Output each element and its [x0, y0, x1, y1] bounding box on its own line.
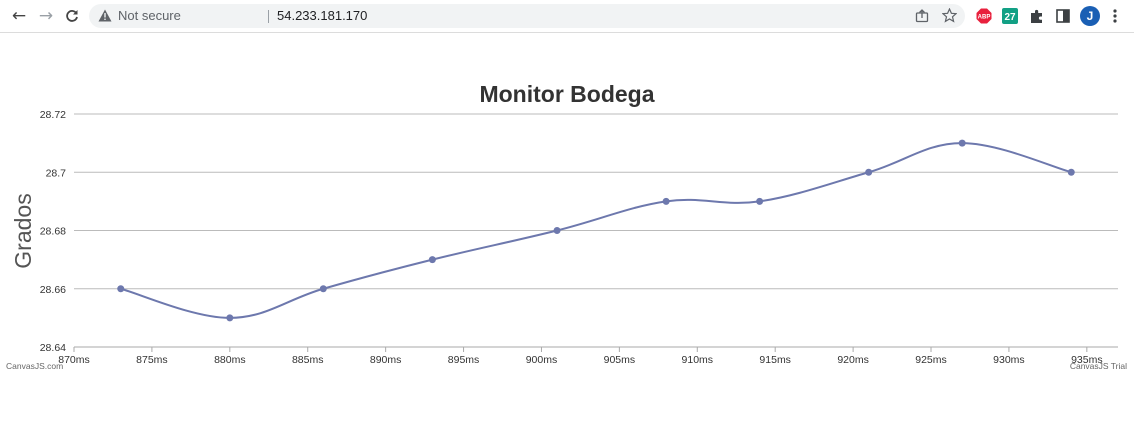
browser-toolbar: ← → Not secure 54.233.181.170 ABP 27 J: [0, 0, 1134, 33]
data-point[interactable]: [958, 139, 966, 147]
chart-page: Monitor Bodega Grados 28.64 28.66 28.68 28.…: [0, 33, 1134, 422]
y-axis-ticks: 28.64 28.66 28.68 28.7 28.72: [40, 109, 66, 354]
x-tick-label: 905ms: [604, 354, 636, 366]
back-arrow-icon[interactable]: ←: [8, 5, 30, 27]
url-text[interactable]: 54.233.181.170: [277, 8, 367, 24]
x-tick-label: 890ms: [370, 354, 402, 366]
x-tick-label: 915ms: [759, 354, 791, 366]
data-point[interactable]: [428, 256, 436, 264]
y-tick-label: 28.66: [40, 284, 66, 296]
address-bar[interactable]: Not secure 54.233.181.170: [89, 4, 965, 28]
chart-title: Monitor Bodega: [479, 81, 654, 107]
avatar[interactable]: J: [1080, 6, 1100, 26]
x-tick-label: 895ms: [448, 354, 480, 366]
x-tick-label: 885ms: [292, 354, 324, 366]
omnibox-separator: [268, 10, 269, 23]
data-point[interactable]: [756, 197, 764, 205]
warning-icon[interactable]: [98, 9, 112, 22]
kebab-menu-icon[interactable]: [1112, 8, 1118, 24]
x-tick-label: 930ms: [993, 354, 1025, 366]
x-tick-label: 925ms: [915, 354, 947, 366]
reload-icon[interactable]: [61, 5, 83, 27]
data-point[interactable]: [226, 314, 234, 322]
data-point[interactable]: [319, 285, 327, 293]
y-axis-title: Grados: [10, 193, 36, 268]
x-tick-label: 920ms: [837, 354, 869, 366]
ext-27-icon[interactable]: 27: [1002, 8, 1018, 24]
side-panel-icon[interactable]: [1055, 8, 1071, 24]
data-point[interactable]: [865, 168, 873, 176]
abp-icon[interactable]: ABP: [976, 8, 992, 24]
y-tick-label: 28.64: [40, 342, 66, 354]
x-tick-label: 910ms: [682, 354, 714, 366]
credit-left[interactable]: CanvasJS.com: [6, 361, 63, 371]
line-chart: Monitor Bodega Grados 28.6428.6628.6828.…: [6, 81, 1127, 371]
data-point[interactable]: [117, 285, 125, 293]
x-tick-label: 875ms: [136, 354, 168, 366]
data-point[interactable]: [662, 197, 670, 205]
abp-label: ABP: [978, 15, 991, 21]
puzzle-icon[interactable]: [1029, 8, 1045, 24]
gridlines: [74, 113, 1118, 348]
x-tick-label: 880ms: [214, 354, 246, 366]
data-point[interactable]: [1067, 168, 1075, 176]
star-icon[interactable]: [942, 8, 957, 23]
ext-27-label: 27: [1004, 12, 1016, 23]
x-tick-label: 900ms: [526, 354, 558, 366]
security-label[interactable]: Not secure: [118, 8, 181, 24]
y-tick-label: 28.68: [40, 226, 66, 238]
data-point[interactable]: [553, 227, 561, 234]
y-tick-label: 28.72: [40, 109, 66, 121]
forward-arrow-icon[interactable]: →: [35, 5, 57, 27]
share-icon[interactable]: [915, 9, 929, 23]
y-tick-label: 28.7: [46, 167, 67, 179]
x-axis-ticks: 870ms 875ms 880ms 885ms 890ms 895ms 900ms 905ms…: [58, 347, 1103, 366]
credit-right: CanvasJS Trial: [1070, 361, 1127, 371]
